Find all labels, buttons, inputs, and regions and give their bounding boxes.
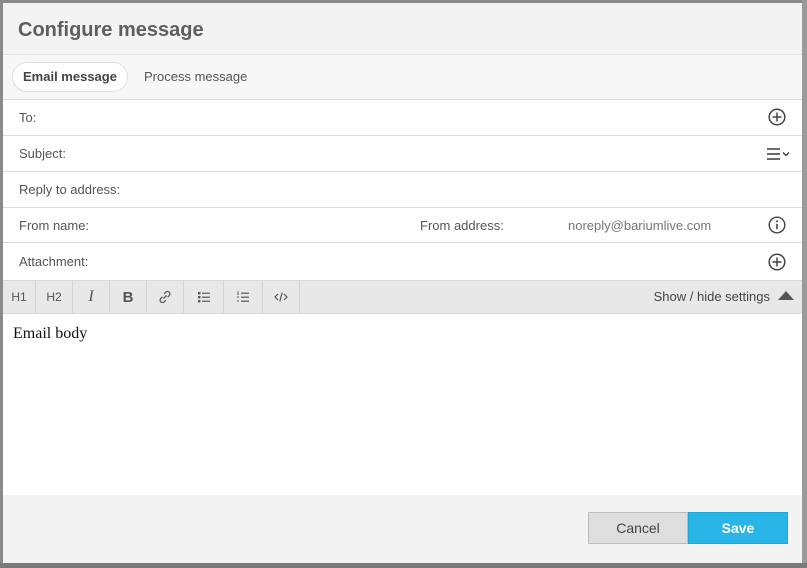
add-attachment-icon[interactable] [768, 253, 786, 271]
heading2-button[interactable]: H2 [36, 281, 73, 313]
dialog-header: Configure message [3, 3, 802, 55]
email-body-editor[interactable]: Email body [3, 314, 802, 495]
collapse-arrow-icon [778, 291, 794, 301]
reply-to-input[interactable] [128, 181, 772, 198]
info-circle-icon[interactable] [768, 216, 786, 234]
subject-label: Subject: [19, 146, 66, 161]
from-address-input[interactable] [566, 217, 750, 234]
reply-to-row: Reply to address: [3, 172, 802, 208]
show-hide-settings-toggle[interactable]: Show / hide settings [654, 281, 794, 313]
background-edge [802, 0, 807, 568]
heading1-button[interactable]: H1 [3, 281, 36, 313]
configure-message-dialog: Configure message Email message Process … [3, 3, 802, 563]
cancel-button[interactable]: Cancel [588, 512, 688, 544]
code-button[interactable] [263, 281, 300, 313]
dialog-title: Configure message [18, 19, 204, 41]
link-icon [159, 290, 171, 304]
to-input[interactable] [63, 109, 747, 126]
reply-to-label: Reply to address: [19, 182, 121, 197]
code-icon [274, 292, 288, 302]
dialog-footer: Cancel Save [3, 495, 802, 563]
tab-process-message[interactable]: Process message [134, 62, 257, 92]
italic-button[interactable]: I [73, 281, 110, 313]
from-name-label: From name: [19, 218, 90, 233]
attachment-row: Attachment: [3, 243, 802, 281]
link-button[interactable] [147, 281, 184, 313]
email-body-text: Email body [13, 325, 88, 342]
add-circle-icon[interactable] [768, 108, 786, 126]
from-name-input[interactable] [98, 217, 402, 234]
to-label: To: [19, 110, 37, 125]
background-edge-bottom [0, 563, 807, 568]
editor-toolbar: H1 H2 I B Show / hide settings [3, 280, 802, 314]
settings-toggle-label: Show / hide settings [653, 289, 770, 304]
bullet-list-button[interactable] [184, 281, 224, 313]
tab-email-message[interactable]: Email message [12, 62, 128, 92]
list-dropdown-icon[interactable] [766, 146, 792, 162]
attachment-label: Attachment: [19, 254, 89, 269]
numbered-list-icon [237, 291, 249, 302]
from-address-label: From address: [420, 218, 504, 233]
from-row: From name: From address: [3, 208, 802, 243]
numbered-list-button[interactable] [224, 281, 263, 313]
save-button[interactable]: Save [688, 512, 788, 544]
to-row: To: [3, 100, 802, 136]
tab-bar: Email message Process message [3, 55, 802, 100]
subject-input[interactable] [83, 145, 747, 162]
bold-button[interactable]: B [110, 281, 147, 313]
bullet-list-icon [197, 292, 210, 303]
subject-row: Subject: [3, 136, 802, 172]
